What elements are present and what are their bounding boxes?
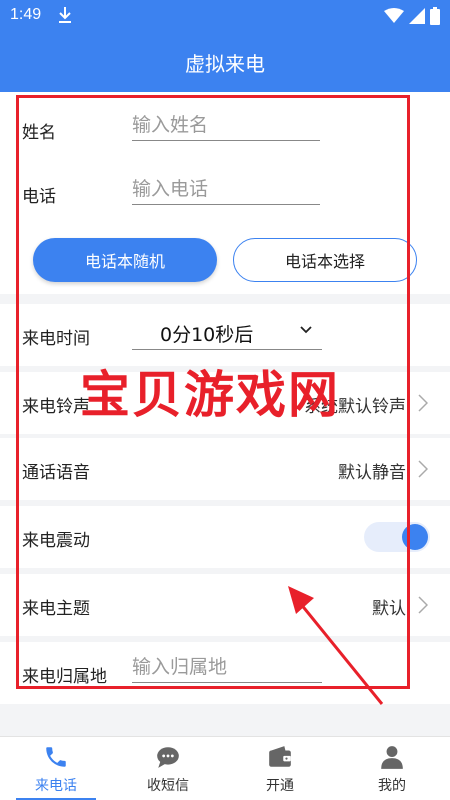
wifi-icon [384, 8, 404, 23]
chevron-right-icon [418, 460, 428, 478]
battery-icon [430, 7, 440, 25]
phone-input[interactable] [132, 178, 320, 205]
voice-label: 通话语音 [22, 463, 90, 483]
call-time-value: 0分10秒后 [160, 324, 254, 346]
location-row: 来电归属地 [0, 642, 450, 704]
chevron-down-icon [300, 326, 312, 334]
tab-activate[interactable]: 开通 [224, 737, 336, 800]
contact-card: 姓名 电话 电话本随机 电话本选择 [0, 92, 450, 294]
ringtone-value: 系统默认铃声 [304, 397, 406, 417]
toggle-knob [402, 524, 428, 550]
download-icon [59, 7, 71, 23]
theme-label: 来电主题 [22, 599, 90, 619]
voice-value: 默认静音 [338, 463, 406, 483]
wallet-icon [269, 746, 291, 767]
signal-icon [409, 8, 425, 24]
voice-row[interactable]: 通话语音 默认静音 [0, 438, 450, 500]
vibrate-row: 来电震动 [0, 506, 450, 568]
phonebook-choose-button[interactable]: 电话本选择 [233, 238, 417, 282]
ringtone-row[interactable]: 来电铃声 系统默认铃声 [0, 372, 450, 434]
page-title: 虚拟来电 [185, 52, 265, 76]
tab-messages[interactable]: 收短信 [112, 737, 224, 800]
theme-value: 默认 [372, 599, 406, 619]
vibrate-toggle[interactable] [364, 522, 430, 552]
tab-label: 开通 [266, 778, 294, 794]
name-input[interactable] [132, 114, 320, 141]
bottom-tab-bar: 来电话 收短信 开通 我的 [0, 736, 450, 800]
call-time-row: 来电时间 0分10秒后 [0, 304, 450, 366]
status-bar: 1:49 [0, 0, 450, 32]
location-input[interactable] [132, 656, 322, 683]
tab-label: 来电话 [35, 778, 77, 794]
phone-label: 电话 [22, 187, 56, 207]
name-label: 姓名 [22, 123, 56, 143]
tab-label: 收短信 [147, 778, 189, 794]
location-label: 来电归属地 [22, 667, 107, 687]
status-time: 1:49 [10, 6, 42, 23]
message-icon [157, 747, 179, 768]
user-icon [381, 746, 403, 769]
ringtone-label: 来电铃声 [22, 397, 90, 417]
tab-incoming-call[interactable]: 来电话 [0, 737, 112, 800]
vibrate-label: 来电震动 [22, 531, 90, 551]
tab-me[interactable]: 我的 [336, 737, 448, 800]
tab-label: 我的 [378, 778, 406, 794]
chevron-right-icon [418, 596, 428, 614]
phonebook-random-button[interactable]: 电话本随机 [33, 238, 217, 282]
title-bar: 虚拟来电 [0, 32, 450, 92]
theme-row[interactable]: 来电主题 默认 [0, 574, 450, 636]
phone-icon [46, 747, 66, 767]
call-time-label: 来电时间 [22, 329, 90, 349]
chevron-right-icon [418, 394, 428, 412]
call-time-select[interactable]: 0分10秒后 [132, 314, 322, 350]
call-form: 姓名 电话 电话本随机 电话本选择 来电时间 0分10秒后 来电铃声 系统默认铃… [0, 92, 450, 732]
